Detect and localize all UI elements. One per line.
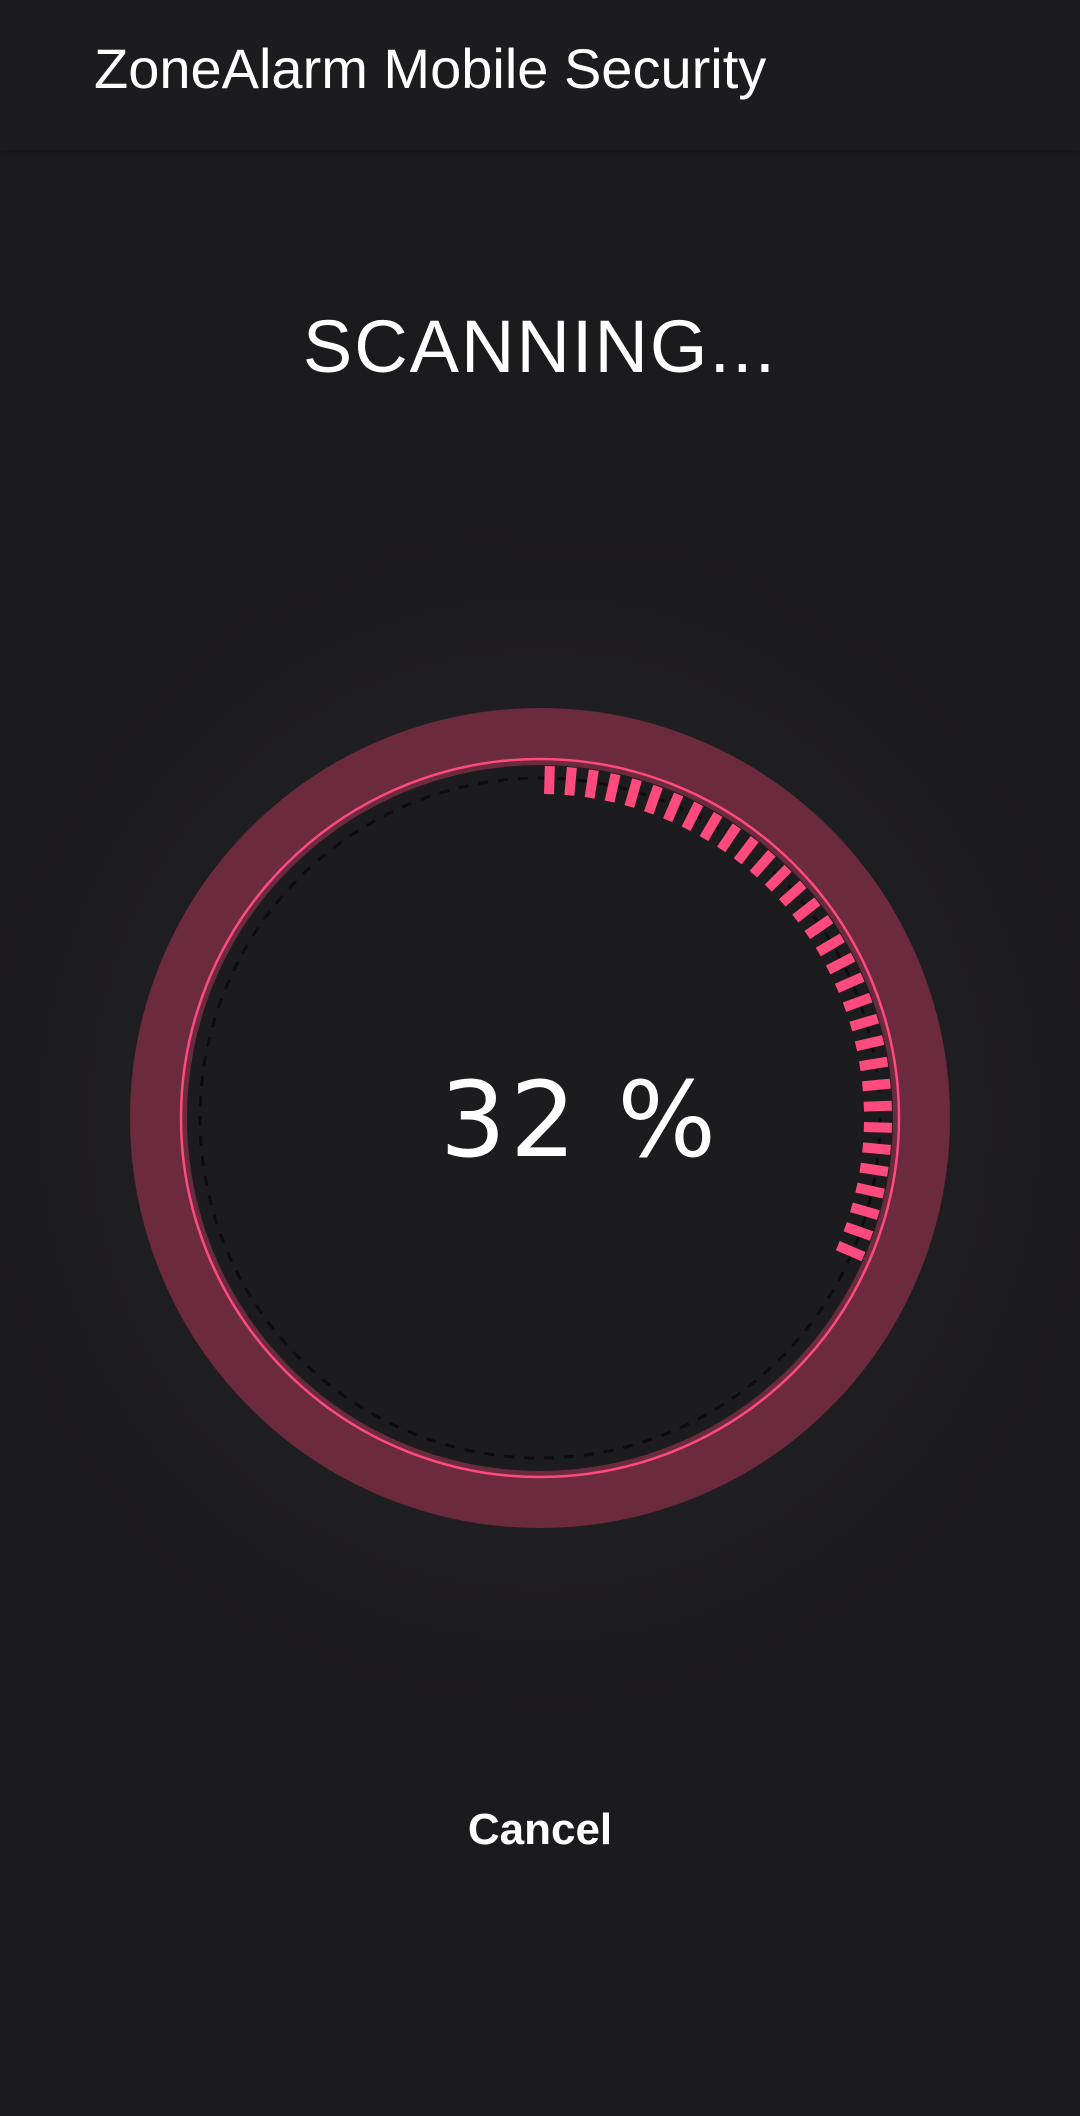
progress-tick [584, 769, 599, 799]
progress-tick [564, 766, 577, 796]
scan-status-title: SCANNING... [302, 305, 778, 388]
progress-tick [544, 766, 555, 795]
app-title: ZoneAlarm Mobile Security [94, 37, 767, 100]
app-bar: ZoneAlarm Mobile Security [0, 0, 1080, 150]
progress-tick [604, 773, 621, 803]
progress-tick [855, 1182, 885, 1199]
scan-progress-percent: 32 % [439, 1059, 721, 1181]
progress-tick [854, 1035, 885, 1052]
cancel-button[interactable]: Cancel [390, 1790, 690, 1870]
